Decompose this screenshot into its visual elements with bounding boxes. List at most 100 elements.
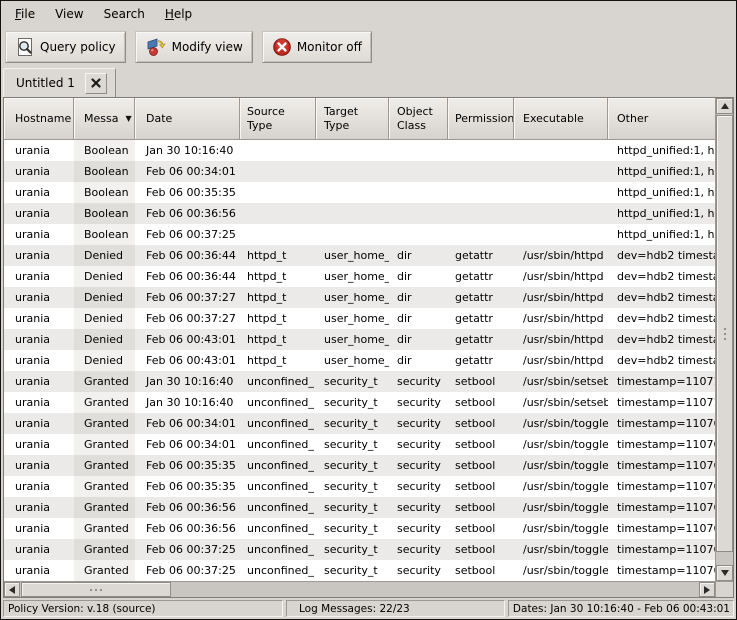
table-row[interactable]: uraniaBooleanFeb 06 00:36:56httpd_unifie… bbox=[4, 203, 715, 224]
cell-message: Granted bbox=[74, 518, 135, 539]
table-row[interactable]: uraniaBooleanFeb 06 00:37:25httpd_unifie… bbox=[4, 224, 715, 245]
horizontal-scrollbar[interactable] bbox=[4, 581, 715, 597]
horizontal-scroll-thumb[interactable] bbox=[21, 582, 171, 597]
cell-permission bbox=[448, 203, 514, 224]
table-row[interactable]: uraniaGrantedFeb 06 00:34:01unconfined_s… bbox=[4, 413, 715, 434]
cell-permission: getattr bbox=[448, 266, 514, 287]
column-header-date[interactable]: Date bbox=[135, 98, 240, 140]
table-row[interactable]: uraniaDeniedFeb 06 00:43:01httpd_tuser_h… bbox=[4, 350, 715, 371]
table-row[interactable]: uraniaDeniedFeb 06 00:36:44httpd_tuser_h… bbox=[4, 266, 715, 287]
vertical-scroll-thumb[interactable] bbox=[716, 115, 733, 552]
table-row[interactable]: uraniaDeniedFeb 06 00:37:27httpd_tuser_h… bbox=[4, 287, 715, 308]
cell-target-type: user_home_ bbox=[316, 287, 389, 308]
tab-untitled-1[interactable]: Untitled 1 bbox=[3, 68, 116, 97]
table-row[interactable]: uraniaGrantedFeb 06 00:36:56unconfined_s… bbox=[4, 497, 715, 518]
tab-close-button[interactable] bbox=[85, 73, 107, 94]
cell-other: timestamp=11076 bbox=[608, 434, 715, 455]
cell-hostname: urania bbox=[4, 413, 74, 434]
table-row[interactable]: uraniaGrantedFeb 06 00:37:25unconfined_s… bbox=[4, 560, 715, 581]
cell-target-type: user_home_ bbox=[316, 245, 389, 266]
cell-target-type: security_t bbox=[316, 392, 389, 413]
menu-file[interactable]: File bbox=[5, 2, 45, 26]
cell-message: Granted bbox=[74, 560, 135, 581]
query-policy-button[interactable]: Query policy bbox=[5, 31, 126, 63]
column-header-object-class[interactable]: Object Class bbox=[389, 98, 448, 140]
table-row[interactable]: uraniaBooleanFeb 06 00:35:35httpd_unifie… bbox=[4, 182, 715, 203]
cell-permission: setbool bbox=[448, 518, 514, 539]
column-header-executable[interactable]: Executable bbox=[514, 98, 608, 140]
cell-message: Granted bbox=[74, 455, 135, 476]
column-header-permission[interactable]: Permission bbox=[448, 98, 514, 140]
cell-permission: setbool bbox=[448, 434, 514, 455]
log-table: HostnameMessa▼DateSource TypeTarget Type… bbox=[3, 97, 734, 598]
table-row[interactable]: uraniaDeniedFeb 06 00:37:27httpd_tuser_h… bbox=[4, 308, 715, 329]
cell-executable: /usr/sbin/toggle bbox=[514, 539, 608, 560]
cell-target-type bbox=[316, 224, 389, 245]
cell-object-class: security bbox=[389, 371, 448, 392]
table-row[interactable]: uraniaGrantedFeb 06 00:34:01unconfined_s… bbox=[4, 434, 715, 455]
table-row[interactable]: uraniaGrantedJan 30 10:16:40unconfined_s… bbox=[4, 371, 715, 392]
cell-message: Boolean bbox=[74, 161, 135, 182]
modify-view-button[interactable]: Modify view bbox=[135, 31, 253, 63]
cell-object-class: security bbox=[389, 413, 448, 434]
table-row[interactable]: uraniaGrantedFeb 06 00:36:56unconfined_s… bbox=[4, 518, 715, 539]
scroll-right-button[interactable] bbox=[699, 582, 715, 597]
monitor-off-button[interactable]: Monitor off bbox=[262, 31, 372, 63]
vertical-scrollbar[interactable] bbox=[715, 98, 733, 581]
monitor-off-icon bbox=[272, 37, 292, 57]
menu-view[interactable]: View bbox=[45, 2, 93, 26]
cell-hostname: urania bbox=[4, 350, 74, 371]
cell-object-class: security bbox=[389, 497, 448, 518]
cell-permission: setbool bbox=[448, 497, 514, 518]
cell-executable: /usr/sbin/toggle bbox=[514, 476, 608, 497]
statusbar: Policy Version: v.18 (source) Log Messag… bbox=[1, 598, 736, 619]
column-header-message[interactable]: Messa▼ bbox=[74, 98, 135, 140]
cell-other: dev=hdb2 timesta bbox=[608, 350, 715, 371]
table-row[interactable]: uraniaGrantedJan 30 10:16:40unconfined_s… bbox=[4, 392, 715, 413]
table-row[interactable]: uraniaBooleanJan 30 10:16:40httpd_unifie… bbox=[4, 140, 715, 161]
cell-date: Feb 06 00:35:35 bbox=[135, 182, 240, 203]
cell-object-class: security bbox=[389, 560, 448, 581]
column-header-hostname[interactable]: Hostname bbox=[4, 98, 74, 140]
cell-target-type: security_t bbox=[316, 413, 389, 434]
cell-executable: /usr/sbin/httpd bbox=[514, 287, 608, 308]
cell-executable bbox=[514, 161, 608, 182]
cell-executable: /usr/sbin/setseb bbox=[514, 371, 608, 392]
table-row[interactable]: uraniaGrantedFeb 06 00:35:35unconfined_s… bbox=[4, 455, 715, 476]
table-row[interactable]: uraniaBooleanFeb 06 00:34:01httpd_unifie… bbox=[4, 161, 715, 182]
statusbar-log-messages: Log Messages: 22/23 bbox=[286, 600, 505, 617]
scroll-down-button[interactable] bbox=[716, 565, 733, 581]
menu-search[interactable]: Search bbox=[94, 2, 155, 26]
cell-permission bbox=[448, 161, 514, 182]
table-row[interactable]: uraniaDeniedFeb 06 00:36:44httpd_tuser_h… bbox=[4, 245, 715, 266]
cell-source-type: unconfined_ bbox=[240, 518, 316, 539]
table-row[interactable]: uraniaGrantedFeb 06 00:35:35unconfined_s… bbox=[4, 476, 715, 497]
cell-permission bbox=[448, 182, 514, 203]
scroll-left-button[interactable] bbox=[4, 582, 20, 597]
column-header-source-type[interactable]: Source Type bbox=[240, 98, 316, 140]
cell-message: Denied bbox=[74, 287, 135, 308]
cell-source-type: unconfined_ bbox=[240, 497, 316, 518]
cell-source-type: unconfined_ bbox=[240, 392, 316, 413]
table-row[interactable]: uraniaGrantedFeb 06 00:37:25unconfined_s… bbox=[4, 539, 715, 560]
cell-executable: /usr/sbin/httpd bbox=[514, 266, 608, 287]
cell-executable: /usr/sbin/toggle bbox=[514, 497, 608, 518]
cell-hostname: urania bbox=[4, 497, 74, 518]
table-row[interactable]: uraniaDeniedFeb 06 00:43:01httpd_tuser_h… bbox=[4, 329, 715, 350]
cell-hostname: urania bbox=[4, 539, 74, 560]
cell-other: timestamp=11076 bbox=[608, 539, 715, 560]
cell-date: Feb 06 00:37:25 bbox=[135, 539, 240, 560]
menu-help[interactable]: Help bbox=[155, 2, 202, 26]
scroll-up-button[interactable] bbox=[716, 98, 733, 114]
horizontal-scroll-trough[interactable] bbox=[20, 582, 699, 597]
column-header-target-type[interactable]: Target Type bbox=[316, 98, 389, 140]
cell-other: httpd_unified:1, h bbox=[608, 224, 715, 245]
cell-source-type: unconfined_ bbox=[240, 560, 316, 581]
cell-permission: getattr bbox=[448, 350, 514, 371]
cell-other: dev=hdb2 timesta bbox=[608, 308, 715, 329]
cell-date: Feb 06 00:37:27 bbox=[135, 287, 240, 308]
cell-target-type: security_t bbox=[316, 497, 389, 518]
column-header-other[interactable]: Other bbox=[608, 98, 715, 140]
cell-hostname: urania bbox=[4, 560, 74, 581]
vertical-scroll-trough[interactable] bbox=[716, 114, 733, 565]
